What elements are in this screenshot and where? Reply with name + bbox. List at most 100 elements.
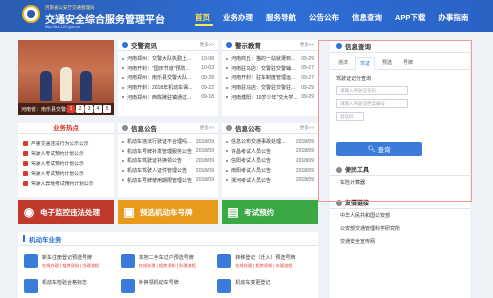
notice-title[interactable]: 许昌考试人员公告 [231,148,293,155]
business-item[interactable]: 本地二手车过户预选号牌 在线办理 | 相关须知 | 办理流程 [120,254,218,269]
carousel-page-5[interactable]: 5 [103,105,111,113]
hot-item-label[interactable]: 驾驶人考试预约计划公示 [31,170,84,177]
nav-home[interactable]: 首页 [195,12,210,23]
business-links[interactable]: 在线办理 | 相关须知 | 办理流程 [42,263,99,269]
nav-query[interactable]: 信息查询 [352,12,382,23]
news-title[interactable]: 河南商丘：猫的一站就遭到... [231,55,298,62]
hot-item[interactable]: 严重交通违法行为公示公示 [18,138,114,148]
more-link[interactable]: 更多>> [300,42,314,48]
business-item[interactable]: 转移登记（迁入）预选号牌 在线办理 | 相关须知 | 办理流程 [217,254,314,269]
news-title[interactable]: 河南郑州：西陈陵驻镇通过... [127,94,198,101]
news-item[interactable]: 河南郑州：西陈陵驻镇通过... 09-18 [122,92,214,102]
friend-link[interactable]: 中华人民共和国公安部 [330,209,470,222]
notice-title[interactable]: 机动车号牌使用期限管理公告 [127,177,193,184]
news-item[interactable]: 河南开封："国庆节道"预防... 10-03 [122,64,214,74]
news-title[interactable]: 河南开封："国庆节道"预防... [127,65,198,72]
nav-business[interactable]: 业务办理 [223,12,253,23]
nav-announcement[interactable]: 公告公布 [309,12,339,23]
notice-title[interactable]: 漯河考试人员公告 [231,177,293,184]
notice-item[interactable]: 许昌考试人员公告 2018/09 [226,147,314,157]
news-title[interactable]: 河南开封：驻车制度管理运... [231,74,298,81]
news-title[interactable]: 河南开封：2018年机动车保... [127,84,198,91]
notice-item[interactable]: 机动车驾驶人证件管理公告 2018/09 [122,166,214,176]
tab-plate[interactable]: 号牌 [399,57,417,69]
hot-item[interactable]: 驾驶人考试预约计划公示 [18,158,114,168]
more-link[interactable]: 更多>> [200,125,214,131]
notice-date: 2018/09 [295,157,314,164]
notice-title[interactable]: 信息公布交通事故处理... [231,138,293,145]
news-carousel[interactable]: 河南省：南乐县交警大队走进学校 1 2 3 4 5 [18,40,114,115]
notice-title[interactable]: 南阳考试人员公告 [231,167,293,174]
business-title[interactable]: 机动车变更登记 [235,279,270,293]
notice-item[interactable]: 信阳考试人员公告 2018/09 [226,156,314,166]
news-item[interactable]: 河南濮阳：19岁少年"交大学... 09-29 [226,92,314,102]
news-item[interactable]: 河南开封：驻车制度管理运... 09-27 [226,73,314,83]
hot-item[interactable]: 驾驶人考试预约计划公示 [18,148,114,158]
nav-service[interactable]: 服务导航 [266,12,296,23]
notice-item[interactable]: 南阳考试人员公告 2018/09 [226,166,314,176]
business-item[interactable]: 机动车变更登记 [217,279,314,293]
notice-item[interactable]: 机动车号牌使用期限管理公告 2018/09 [122,175,214,185]
business-title[interactable]: 本地二手车过户预选号牌 [139,254,196,261]
tool-link[interactable]: 车险计算器 [330,176,470,189]
business-item[interactable]: 机动车检验合格标志 [24,279,121,293]
business-links[interactable]: 在线办理 | 相关须知 | 办理流程 [139,263,196,269]
news-title[interactable]: 河南郑州：交警大队执勤上... [127,55,198,62]
business-item[interactable]: 新车注册登记预选号牌 在线办理 | 相关须知 | 办理流程 [24,254,121,269]
more-link[interactable]: 更多>> [300,125,314,131]
banner-exam[interactable]: ▤ 考试预约 [222,200,318,224]
banner-plate[interactable]: ▣ 预选机动车号牌 [118,200,218,224]
carousel-page-2[interactable]: 2 [76,105,84,113]
news-item[interactable]: 河南驻马店：交警驻交警驻... 09-29 [226,83,314,93]
notice-title[interactable]: 机动车驾驶人证件管理公告 [127,167,193,174]
tools-header: 便民工具 [330,164,470,176]
captcha-field[interactable]: 验证码 [336,112,364,121]
notice-item[interactable]: 信息公布交通事故处理... 2018/09 [226,137,314,147]
carousel-page-4[interactable]: 4 [94,105,102,113]
notice-item[interactable]: 漯河考试人员公告 2018/09 [226,175,314,185]
news-title[interactable]: 河南郑州：南乐县交警大队... [127,74,198,81]
hot-item-label[interactable]: 驾驶人考试预约计划公示 [31,150,84,157]
notice-title[interactable]: 机动车号牌补发管理服务公告 [127,148,193,155]
tab-preselect[interactable]: 预选 [378,57,396,69]
business-title[interactable]: 新车注册登记预选号牌 [42,254,99,261]
hot-item-label[interactable]: 驾驶人考试预约计划公示 [31,160,84,167]
business-title[interactable]: 转移登记（迁入）预选号牌 [235,254,295,261]
news-item[interactable]: 河南驻马店：交警驻交警辅... 09-27 [226,64,314,74]
news-item[interactable]: 河南商丘：猫的一站就遭到... 09-29 [226,54,314,64]
file-number-field[interactable]: 请输入驾驶证档案编号 [336,99,408,108]
hot-item-label[interactable]: 驾驶人异地考试预约计划公示 [31,180,93,187]
search-icon: 🔍︎ [367,146,376,153]
tab-license[interactable]: 驾证 [355,57,376,70]
business-title[interactable]: 机动车检验合格标志 [42,279,87,293]
license-number-field[interactable]: 请输入驾驶证号码 [336,86,408,95]
friend-link[interactable]: 交通安全宣传网 [330,235,470,248]
news-item[interactable]: 河南开封：2018年机动车保... 09-22 [122,83,214,93]
friend-link[interactable]: 公安部交通管理科学研究所 [330,222,470,235]
news-item[interactable]: 河南郑州：交警大队执勤上... 10-08 [122,54,214,64]
notice-title[interactable]: 信阳考试人员公告 [231,157,293,164]
news-title[interactable]: 河南驻马店：交警驻交警驻... [231,84,298,91]
notice-item[interactable]: 机动车号牌补发管理服务公告 2018/09 [122,147,214,157]
hot-item-label[interactable]: 严重交通违法行为公示公示 [31,140,89,147]
tab-violation[interactable]: 违法 [334,57,352,69]
notice-item[interactable]: 机动车驾驶证补换领公告 2018/09 [122,156,214,166]
notice-item[interactable]: 机动车违法行驶证不合理吗... 2018/09 [122,137,214,147]
banner-violation[interactable]: ◉ 电子监控违法处理 [18,200,114,224]
query-button[interactable]: 🔍︎ 查询 [336,142,422,156]
more-link[interactable]: 更多>> [200,42,214,48]
notice-title[interactable]: 机动车违法行驶证不合理吗... [127,138,193,145]
news-title[interactable]: 河南驻马店：交警驻交警辅... [231,65,298,72]
hot-item[interactable]: 驾驶人考试预约计划公示 [18,168,114,178]
nav-guide[interactable]: 办事指南 [438,12,468,23]
carousel-page-1[interactable]: 1 [67,105,75,113]
carousel-page-3[interactable]: 3 [85,105,93,113]
hot-item[interactable]: 驾驶人异地考试预约计划公示 [18,178,114,188]
business-title[interactable]: 补换领机动车号牌 [139,279,179,293]
news-title[interactable]: 河南濮阳：19岁少年"交大学... [231,94,298,101]
news-item[interactable]: 河南郑州：南乐县交警大队... 09-28 [122,73,214,83]
business-item[interactable]: 补换领机动车号牌 [120,279,218,293]
nav-app-download[interactable]: APP下载 [395,12,425,23]
notice-title[interactable]: 机动车驾驶证补换领公告 [127,157,193,164]
business-links[interactable]: 在线办理 | 相关须知 | 办理流程 [235,263,295,269]
